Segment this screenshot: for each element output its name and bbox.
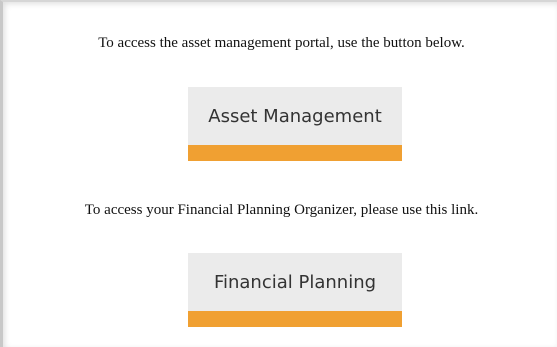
asset-management-instruction: To access the asset management portal, u… bbox=[98, 35, 465, 51]
financial-planning-button-label: Financial Planning bbox=[188, 253, 402, 311]
asset-management-button-accent-bar bbox=[188, 145, 402, 161]
asset-management-button-label: Asset Management bbox=[188, 87, 402, 145]
financial-planning-button-accent-bar bbox=[188, 311, 402, 327]
asset-management-button[interactable]: Asset Management bbox=[188, 87, 402, 161]
financial-planning-instruction: To access your Financial Planning Organi… bbox=[84, 202, 479, 218]
content-panel: To access the asset management portal, u… bbox=[0, 0, 557, 347]
financial-planning-button[interactable]: Financial Planning bbox=[188, 253, 402, 327]
